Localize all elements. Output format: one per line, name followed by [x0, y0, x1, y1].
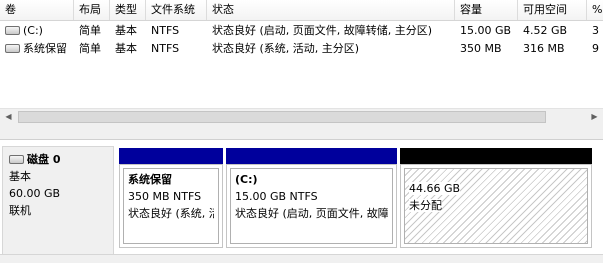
- scrollbar-thumb[interactable]: [18, 111, 546, 123]
- hard-disk-icon: [9, 154, 24, 164]
- volume-type: 基本: [115, 24, 137, 37]
- col-header-layout[interactable]: 布局: [74, 0, 110, 20]
- partition-body: 系统保留 350 MB NTFS 状态良好 (系统, 活动, 主分区): [119, 164, 223, 248]
- col-header-status[interactable]: 状态: [207, 0, 455, 20]
- pane-splitter[interactable]: [0, 125, 603, 140]
- col-header-percent-free[interactable]: %: [587, 0, 603, 20]
- partition-status: 状态良好 (启动, 页面文件, 故障转储, 主分区): [235, 207, 388, 220]
- partition-bar: [119, 148, 223, 164]
- col-header-volume[interactable]: 卷: [0, 0, 74, 20]
- col-header-type[interactable]: 类型: [110, 0, 146, 20]
- disk-type: 基本: [9, 170, 31, 183]
- partition-c-drive[interactable]: (C:) 15.00 GB NTFS 状态良好 (启动, 页面文件, 故障转储,…: [226, 148, 397, 248]
- volume-percent-free: 3: [592, 24, 599, 37]
- volume-percent-free: 9: [592, 42, 599, 55]
- volume-capacity: 350 MB: [460, 42, 502, 55]
- volume-name-cell: 系统保留: [0, 40, 74, 58]
- volume-name: (C:): [23, 24, 43, 37]
- volume-drive-icon: [5, 25, 20, 35]
- volume-name: 系统保留: [23, 42, 67, 55]
- unallocated-label: 未分配: [409, 199, 442, 212]
- disk-info-panel[interactable]: 磁盘 0 基本 60.00 GB 联机: [2, 146, 114, 256]
- volume-type: 基本: [115, 42, 137, 55]
- partition-inner: 系统保留 350 MB NTFS 状态良好 (系统, 活动, 主分区): [123, 168, 219, 244]
- volume-status: 状态良好 (启动, 页面文件, 故障转储, 主分区): [212, 24, 433, 37]
- volume-filesystem: NTFS: [151, 24, 180, 37]
- partition-unallocated[interactable]: 44.66 GB 未分配: [400, 148, 592, 248]
- disk-title: 磁盘 0: [27, 153, 61, 166]
- col-header-filesystem[interactable]: 文件系统: [146, 0, 207, 20]
- volume-name-cell: (C:): [0, 22, 74, 40]
- volume-free-space: 316 MB: [523, 42, 565, 55]
- horizontal-scrollbar[interactable]: ◀ ▶: [0, 108, 603, 125]
- scroll-right-arrow-icon[interactable]: ▶: [586, 109, 603, 125]
- volume-drive-icon: [5, 43, 20, 53]
- volume-list-header: 卷 布局 类型 文件系统 状态 容量 可用空间 %: [0, 0, 603, 21]
- partition-name: (C:): [235, 173, 258, 186]
- unallocated-size: 44.66 GB: [409, 182, 461, 195]
- volume-list[interactable]: 卷 布局 类型 文件系统 状态 容量 可用空间 % (C:) 简单 基本 NTF…: [0, 0, 603, 125]
- volume-status: 状态良好 (系统, 活动, 主分区): [212, 42, 360, 55]
- disk-title-row: 磁盘 0: [9, 151, 107, 168]
- volume-filesystem: NTFS: [151, 42, 180, 55]
- partition-inner: (C:) 15.00 GB NTFS 状态良好 (启动, 页面文件, 故障转储,…: [230, 168, 393, 244]
- partition-bar: [400, 148, 592, 164]
- partition-name: 系统保留: [128, 173, 172, 186]
- partition-inner: 44.66 GB 未分配: [404, 168, 588, 244]
- col-header-capacity[interactable]: 容量: [455, 0, 518, 20]
- partition-size: 350 MB NTFS: [128, 190, 202, 203]
- partition-size: 15.00 GB NTFS: [235, 190, 318, 203]
- volume-capacity: 15.00 GB: [460, 24, 512, 37]
- partition-status: 状态良好 (系统, 活动, 主分区): [128, 207, 214, 220]
- disk-state: 联机: [9, 204, 31, 217]
- volume-row[interactable]: 系统保留 简单 基本 NTFS 状态良好 (系统, 活动, 主分区) 350 M…: [0, 40, 603, 58]
- disk-graphical-view: 磁盘 0 基本 60.00 GB 联机 系统保留 350 MB NTFS 状态良…: [0, 140, 603, 262]
- partition-body: 44.66 GB 未分配: [400, 164, 592, 248]
- partition-system-reserved[interactable]: 系统保留 350 MB NTFS 状态良好 (系统, 活动, 主分区): [119, 148, 223, 248]
- partition-bar: [226, 148, 397, 164]
- volume-free-space: 4.52 GB: [523, 24, 568, 37]
- scroll-left-arrow-icon[interactable]: ◀: [0, 109, 17, 125]
- col-header-free-space[interactable]: 可用空间: [518, 0, 587, 20]
- disk-size: 60.00 GB: [9, 187, 61, 200]
- volume-row[interactable]: (C:) 简单 基本 NTFS 状态良好 (启动, 页面文件, 故障转储, 主分…: [0, 22, 603, 40]
- volume-layout: 简单: [79, 42, 101, 55]
- partition-body: (C:) 15.00 GB NTFS 状态良好 (启动, 页面文件, 故障转储,…: [226, 164, 397, 248]
- volume-layout: 简单: [79, 24, 101, 37]
